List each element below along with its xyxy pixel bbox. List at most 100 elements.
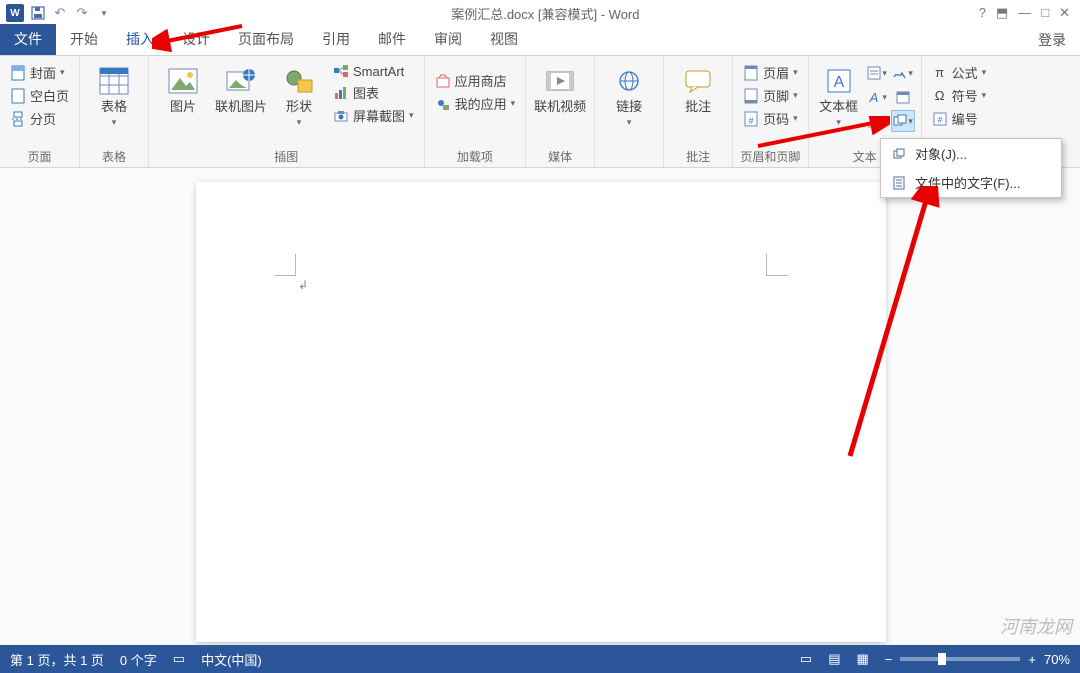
group-media: 联机视频 媒体 [526,56,595,167]
page-break-icon [10,111,26,127]
page-break-button[interactable]: 分页 [6,108,73,129]
tab-insert[interactable]: 插入 [112,24,168,55]
zoom-control: − + 70% [885,652,1070,667]
qat-dropdown-icon[interactable]: ▾ [96,5,112,21]
symbol-button[interactable]: Ω符号▾ [928,85,991,106]
tab-layout[interactable]: 页面布局 [224,24,308,55]
table-button[interactable]: 表格▾ [86,60,142,129]
group-tables-label: 表格 [86,146,142,165]
watermark-text: 河南龙网 [1000,613,1072,639]
myapps-button[interactable]: 我的应用▾ [431,93,520,114]
link-icon [612,64,646,98]
tab-review[interactable]: 审阅 [420,24,476,55]
zoom-slider[interactable] [900,657,1020,661]
zoom-value[interactable]: 70% [1044,652,1070,667]
svg-text:A: A [871,115,879,129]
group-links: 链接▾ [595,56,664,167]
screenshot-button[interactable]: 屏幕截图▾ [329,105,418,126]
redo-icon[interactable]: ↷ [74,5,90,21]
textbox-button[interactable]: A 文本框▾ [815,60,863,129]
view-print-icon[interactable]: ▤ [828,651,840,667]
save-icon[interactable] [30,5,46,21]
equation-button[interactable]: π公式▾ [928,62,991,83]
tab-home[interactable]: 开始 [56,24,112,55]
group-tables: 表格▾ 表格 [80,56,149,167]
link-button[interactable]: 链接▾ [601,60,657,129]
picture-button[interactable]: 图片 [155,60,211,114]
window-controls: ? ⬒ — □ ✕ [979,5,1080,21]
group-headerfooter: 页眉▾ 页脚▾ #页码▾ 页眉和页脚 [733,56,809,167]
datetime-icon[interactable] [891,86,915,108]
svg-text:A: A [833,74,844,91]
group-comments: 批注 批注 [664,56,733,167]
blank-page-button[interactable]: 空白页 [6,85,73,106]
group-comments-label: 批注 [670,146,726,165]
smartart-button[interactable]: SmartArt [329,62,418,80]
group-media-label: 媒体 [532,146,588,165]
pagenumber-button[interactable]: #页码▾ [739,108,802,129]
symbol-icon: Ω [932,88,948,104]
text-from-file-menu-item[interactable]: 文件中的文字(F)... [881,168,1061,197]
svg-text:#: # [749,116,754,126]
group-illustrations-label: 插图 [155,146,418,165]
title-bar: W ↶ ↷ ▾ 案例汇总.docx [兼容模式] - Word ? ⬒ — □ … [0,0,1080,26]
smartart-icon [333,63,349,79]
zoom-out-button[interactable]: − [885,652,893,667]
object-dropdown-menu: 对象(J)... 文件中的文字(F)... [880,138,1062,198]
quick-access-toolbar: W ↶ ↷ ▾ [0,4,112,22]
status-lang-icon[interactable]: ▭ [173,651,185,667]
zoom-in-button[interactable]: + [1028,652,1036,667]
ribbon-options-button[interactable]: ⬒ [996,5,1008,21]
sign-in-button[interactable]: 登录 [1024,25,1080,55]
status-page[interactable]: 第 1 页，共 1 页 [10,650,104,669]
picture-icon [166,64,200,98]
tab-file[interactable]: 文件 [0,24,56,55]
object-menu-item[interactable]: 对象(J)... [881,139,1061,168]
textbox-icon: A [822,64,856,98]
pagenumber-icon: # [743,111,759,127]
cover-page-button[interactable]: 封面▾ [6,62,73,83]
document-page[interactable]: ↲ [196,182,886,642]
footer-icon [743,88,759,104]
store-button[interactable]: 应用商店 [431,70,520,91]
dropcap-icon[interactable]: A▾ [865,110,889,132]
tab-references[interactable]: 引用 [308,24,364,55]
view-web-icon[interactable]: ▦ [856,651,868,667]
table-icon [97,64,131,98]
group-pages-label: 页面 [6,146,73,165]
shapes-button[interactable]: 形状▾ [271,60,327,129]
tab-design[interactable]: 设计 [168,24,224,55]
cursor-mark: ↲ [298,278,308,292]
signature-icon[interactable]: ▾ [891,62,915,84]
header-button[interactable]: 页眉▾ [739,62,802,83]
footer-button[interactable]: 页脚▾ [739,85,802,106]
status-wordcount[interactable]: 0 个字 [120,650,157,669]
chart-icon [333,85,349,101]
quick-parts-icon[interactable]: ▾ [865,62,889,84]
number-button[interactable]: #编号 [928,108,991,129]
online-video-button[interactable]: 联机视频 [532,60,588,114]
status-bar: 第 1 页，共 1 页 0 个字 ▭ 中文(中国) ▭ ▤ ▦ − + 70% [0,645,1080,673]
document-area[interactable]: ↲ [0,168,1080,645]
group-addins: 应用商店 我的应用▾ 加载项 [425,56,527,167]
chart-button[interactable]: 图表 [329,82,418,103]
object-button[interactable]: ▾ [891,110,915,132]
text-from-file-icon [891,175,907,191]
number-icon: # [932,111,948,127]
wordart-icon[interactable]: A▾ [865,86,889,108]
tab-mail[interactable]: 邮件 [364,24,420,55]
online-picture-button[interactable]: 联机图片 [213,60,269,114]
store-icon [435,73,451,89]
tab-view[interactable]: 视图 [476,24,532,55]
view-read-icon[interactable]: ▭ [800,651,812,667]
undo-icon[interactable]: ↶ [52,5,68,21]
comment-button[interactable]: 批注 [670,60,726,114]
myapps-icon [435,96,451,112]
help-button[interactable]: ? [979,5,986,21]
restore-button[interactable]: □ [1041,5,1049,21]
ribbon-tabs: 文件 开始 插入 设计 页面布局 引用 邮件 审阅 视图 登录 [0,26,1080,56]
close-button[interactable]: ✕ [1059,5,1070,21]
status-language[interactable]: 中文(中国) [201,650,262,669]
header-icon [743,65,759,81]
minimize-button[interactable]: — [1018,5,1031,21]
